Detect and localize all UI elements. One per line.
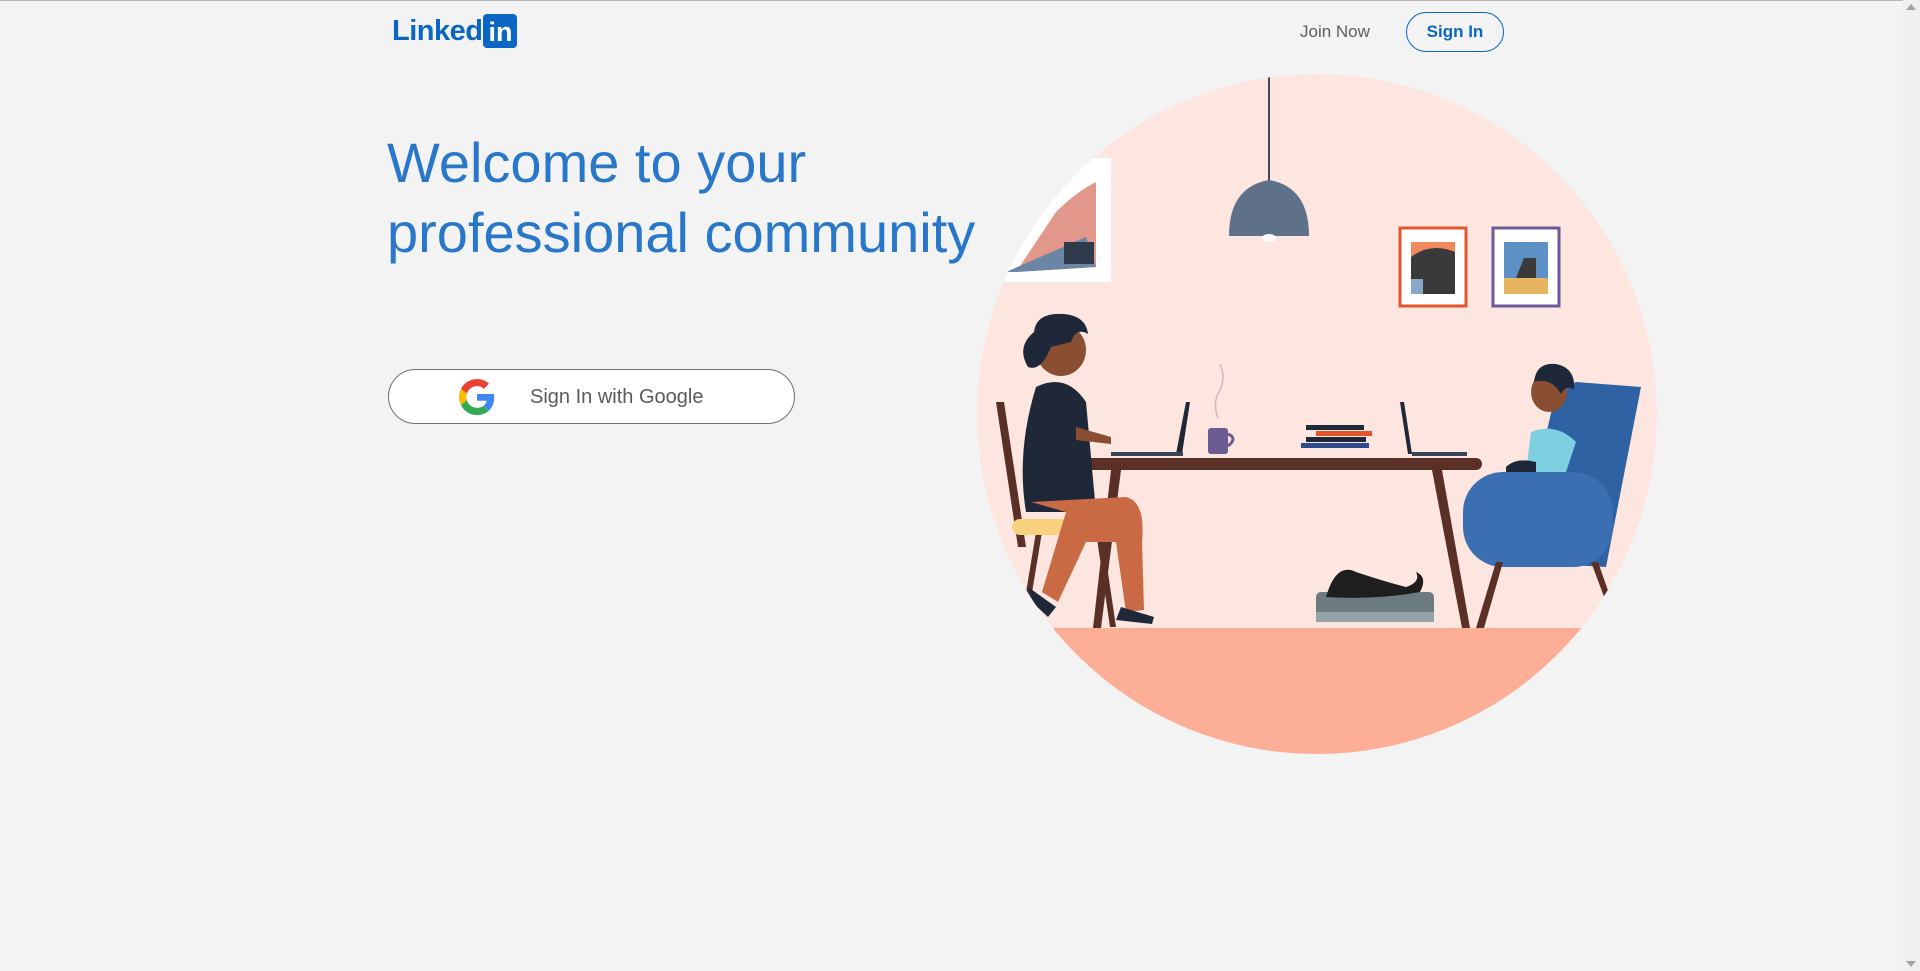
join-now-link[interactable]: Join Now (1300, 22, 1370, 42)
page-headline: Welcome to your professional community (387, 128, 987, 268)
scroll-up-arrow-icon[interactable] (1906, 4, 1916, 10)
linkedin-logo[interactable]: Linked in (392, 14, 518, 48)
scroll-down-arrow-icon[interactable] (1906, 961, 1916, 967)
logo-wordmark: Linked (392, 14, 483, 47)
logo-in-box: in (483, 14, 518, 48)
vertical-scrollbar[interactable] (1903, 0, 1920, 971)
google-sign-in-label: Sign In with Google (530, 386, 704, 408)
sign-in-button[interactable]: Sign In (1406, 12, 1504, 52)
hero-illustration (977, 74, 1657, 754)
top-border (0, 0, 1920, 1)
google-sign-in-button[interactable]: Sign In with Google (388, 369, 795, 424)
google-g-icon (459, 379, 495, 415)
headline-line-1: Welcome to your (387, 131, 807, 194)
headline-line-2: professional community (387, 201, 976, 264)
